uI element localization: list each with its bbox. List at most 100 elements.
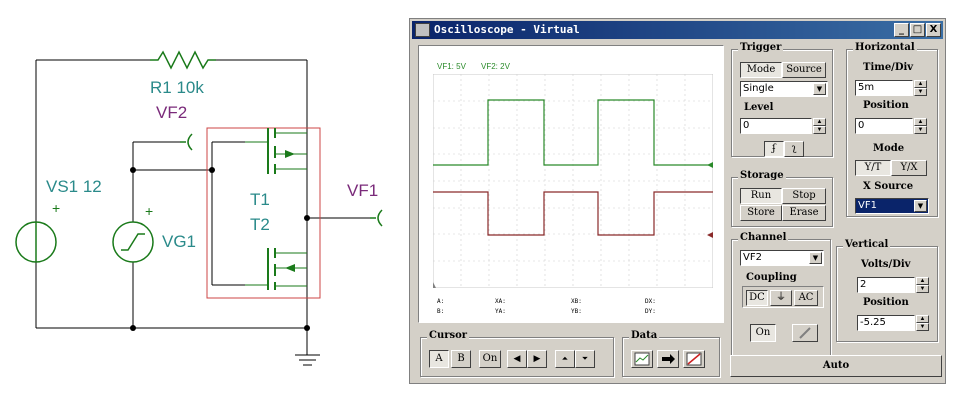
vposition-spinner[interactable]: ▲ ▼ <box>916 315 929 331</box>
auto-button[interactable]: Auto <box>730 355 942 377</box>
hposition-value: 0 <box>858 120 865 131</box>
cursor-on-button[interactable]: On <box>479 350 501 368</box>
trigger-mode-select[interactable]: Single ▼ <box>740 81 828 97</box>
stop-button[interactable]: Stop <box>782 188 826 204</box>
label-t1: T1 <box>250 190 270 209</box>
chevron-down-icon[interactable]: ▼ <box>914 200 927 212</box>
erase-button[interactable]: Erase <box>782 205 826 221</box>
timediv-value: 5m <box>858 82 875 93</box>
close-button[interactable]: X <box>926 23 941 37</box>
run-button[interactable]: Run <box>740 188 782 204</box>
storage-title: Storage <box>738 170 786 181</box>
vposition-value: -5.25 <box>860 317 886 328</box>
minimize-button[interactable]: _ <box>894 23 909 37</box>
trigger-level-label: Level <box>744 102 774 113</box>
vposition-label: Position <box>863 297 909 308</box>
chart-export-icon <box>634 352 650 366</box>
spin-up-icon[interactable]: ▲ <box>914 118 927 126</box>
xsource-select[interactable]: VF1 ▼ <box>855 198 929 214</box>
spin-down-icon[interactable]: ▼ <box>916 323 929 331</box>
vertical-group: Vertical Volts/Div 2 ▲ ▼ Position -5.25 ▲… <box>836 239 938 342</box>
label-vf2: VF2 <box>156 103 187 122</box>
channel-on-button[interactable]: On <box>750 324 776 342</box>
arrow-right-icon: ▶ <box>533 354 541 364</box>
readout-dx: DX: <box>645 298 656 305</box>
spin-down-icon[interactable]: ▼ <box>914 88 927 96</box>
arrow-left-icon: ◀ <box>513 354 521 364</box>
cursor-left-button[interactable]: ◀ <box>507 350 527 368</box>
legend-vf2: VF2: 2V <box>481 62 510 71</box>
transistor-t1 <box>245 128 307 174</box>
legend-vf1: VF1: 5V <box>437 62 466 71</box>
label-t2: T2 <box>250 215 270 234</box>
xsource-value: VF1 <box>858 200 877 211</box>
timediv-input[interactable]: 5m <box>855 80 913 96</box>
transistor-t2 <box>245 248 307 290</box>
voltsdiv-input[interactable]: 2 <box>857 277 915 293</box>
trigger-source-button[interactable]: Source <box>782 62 826 78</box>
label-vg1: VG1 <box>162 232 196 251</box>
readout-xa: XA: <box>495 298 506 305</box>
readout-b: B: <box>437 308 445 315</box>
cursor-b-button[interactable]: B <box>451 350 471 368</box>
coupling-gnd-button[interactable]: ⏚ <box>770 290 792 306</box>
spin-up-icon[interactable]: ▲ <box>914 80 927 88</box>
chevron-down-icon[interactable]: ▼ <box>809 252 822 264</box>
trigger-rising-button[interactable]: ʄ <box>764 141 784 157</box>
readout-dy: DY: <box>645 308 656 315</box>
spin-down-icon[interactable]: ▼ <box>914 126 927 134</box>
maximize-button[interactable]: □ <box>910 23 925 37</box>
cursor-up-button[interactable]: ⏶ <box>555 350 575 368</box>
channel-value: VF2 <box>743 252 762 263</box>
spin-up-icon[interactable]: ▲ <box>813 118 826 126</box>
coupling-dc-button[interactable]: DC <box>746 290 768 306</box>
probe-pen-button[interactable] <box>792 324 818 342</box>
storage-group: Storage Run Stop Store Erase <box>731 170 833 227</box>
double-down-icon: ⏷ <box>581 354 589 363</box>
hposition-spinner[interactable]: ▲ ▼ <box>914 118 927 134</box>
timediv-label: Time/Div <box>863 62 914 73</box>
channel-group: Channel VF2 ▼ Coupling DC ⏚ AC On <box>731 232 831 357</box>
voltsdiv-spinner[interactable]: ▲ ▼ <box>916 277 929 293</box>
oscilloscope-window: Oscilloscope - Virtual _ □ X VF1: 5V VF2… <box>409 18 946 384</box>
vposition-input[interactable]: -5.25 <box>857 315 915 331</box>
graph-clear-icon <box>686 352 702 366</box>
label-r1: R1 10k <box>150 78 204 97</box>
label-vs1: VS1 12 <box>46 177 102 196</box>
mode-yx-button[interactable]: Y/X <box>891 160 927 176</box>
cursor-right-button[interactable]: ▶ <box>527 350 547 368</box>
trigger-mode-button[interactable]: Mode <box>740 62 782 78</box>
cursor-title: Cursor <box>427 330 470 341</box>
readout-yb: YB: <box>571 308 582 315</box>
channel-select[interactable]: VF2 ▼ <box>740 250 824 266</box>
data-transfer-button[interactable] <box>657 350 679 368</box>
circuit-schematic: R1 10k VF2 VS1 12 + + VG1 T1 T2 VF1 <box>15 50 383 366</box>
trigger-level-spinner[interactable]: ▲ ▼ <box>813 118 826 134</box>
spin-up-icon[interactable]: ▲ <box>916 277 929 285</box>
scope-display <box>433 74 713 288</box>
hposition-input[interactable]: 0 <box>855 118 913 134</box>
spin-down-icon[interactable]: ▼ <box>916 285 929 293</box>
spin-up-icon[interactable]: ▲ <box>916 315 929 323</box>
sign-vg1: + <box>145 203 153 219</box>
trigger-level-input[interactable]: 0 <box>740 118 812 134</box>
cursor-down-button[interactable]: ⏷ <box>575 350 595 368</box>
data-group: Data <box>622 330 720 377</box>
timediv-spinner[interactable]: ▲ ▼ <box>914 80 927 96</box>
data-export-button[interactable] <box>631 350 653 368</box>
chevron-down-icon[interactable]: ▼ <box>813 83 826 95</box>
mode-yt-button[interactable]: Y/T <box>855 160 891 176</box>
spin-down-icon[interactable]: ▼ <box>813 126 826 134</box>
channel-title: Channel <box>738 232 789 243</box>
cursor-a-button[interactable]: A <box>429 350 449 368</box>
title-bar[interactable]: Oscilloscope - Virtual _ □ X <box>412 21 943 39</box>
store-button[interactable]: Store <box>740 205 782 221</box>
data-clear-button[interactable] <box>683 350 705 368</box>
junction-dots <box>130 167 310 331</box>
app-icon <box>415 23 430 37</box>
coupling-ac-button[interactable]: AC <box>794 290 818 306</box>
pen-icon <box>799 327 811 339</box>
horizontal-title: Horizontal <box>853 42 917 53</box>
label-vf1: VF1 <box>347 181 378 200</box>
trigger-falling-button[interactable]: ʅ <box>784 141 804 157</box>
